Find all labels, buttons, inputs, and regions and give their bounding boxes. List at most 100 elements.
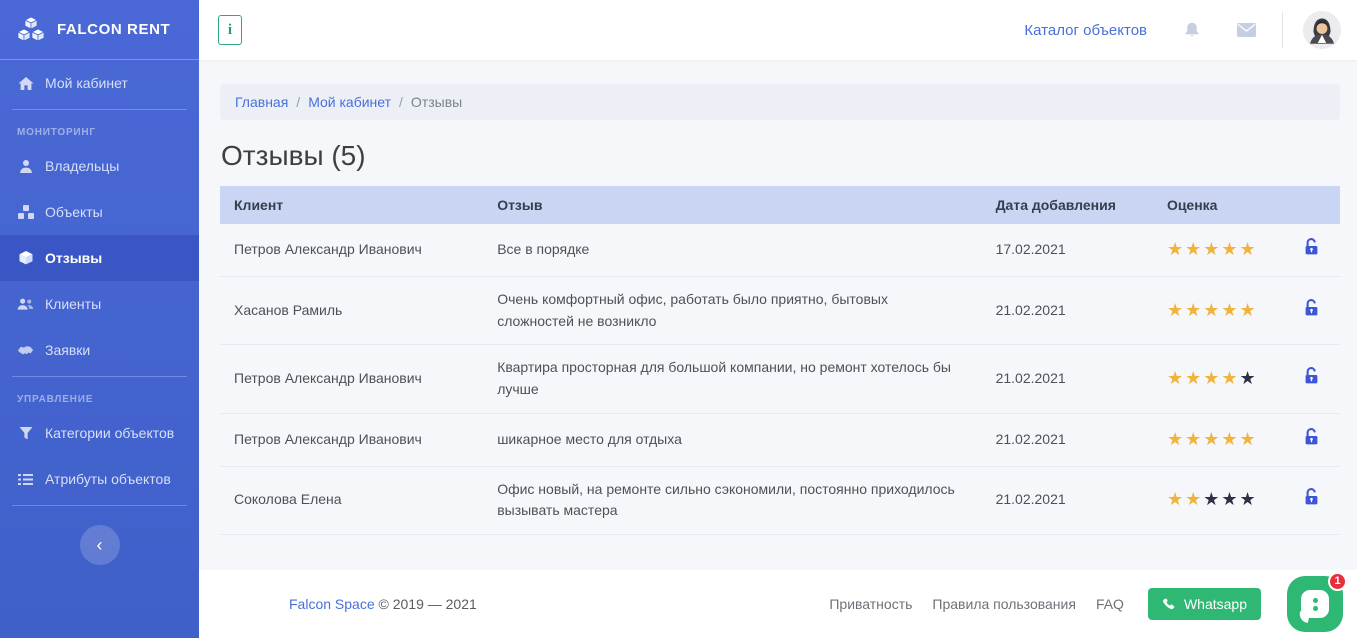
unlock-icon[interactable] [1304,488,1319,505]
star-rating: ★★★★★ [1167,429,1258,449]
sidebar-item-owners[interactable]: Владельцы [0,143,199,189]
star-filled-icon: ★ [1221,368,1239,388]
breadcrumb-home-link[interactable]: Главная [235,94,288,110]
avatar[interactable] [1303,11,1341,49]
star-filled-icon: ★ [1185,429,1203,449]
star-empty-icon: ★ [1240,368,1258,388]
top-bar: i Каталог объектов [199,0,1357,60]
header-divider [1282,12,1283,48]
table-row: Петров Александр Иванович Все в порядке … [220,224,1340,276]
unlock-icon[interactable] [1304,238,1319,255]
star-filled-icon: ★ [1185,239,1203,259]
column-header-rating: Оценка [1153,186,1284,224]
column-header-review: Отзыв [483,186,981,224]
table-row: Петров Александр Иванович Квартира прост… [220,345,1340,413]
copyright-years: © 2019 — 2021 [379,596,477,612]
sidebar-item-label: Отзывы [45,250,102,266]
catalog-link[interactable]: Каталог объектов [1024,22,1147,39]
chat-widget-button[interactable]: 1 [1287,576,1343,632]
sidebar-divider [12,505,187,506]
sidebar-item-object-categories[interactable]: Категории объектов [0,410,199,456]
star-filled-icon: ★ [1185,489,1203,509]
envelope-icon[interactable] [1237,23,1256,37]
table-row: Соколова Елена Офис новый, на ремонте си… [220,466,1340,534]
column-header-client: Клиент [220,186,483,224]
phone-icon [1162,597,1176,611]
star-filled-icon: ★ [1203,300,1221,320]
review-cell: Квартира просторная для большой компании… [483,345,981,413]
rating-cell: ★★★★★ [1153,224,1284,276]
star-filled-icon: ★ [1167,489,1185,509]
breadcrumb-cabinet-link[interactable]: Мой кабинет [308,94,391,110]
copyright: Falcon Space © 2019 — 2021 [289,596,477,612]
star-filled-icon: ★ [1167,368,1185,388]
sidebar-item-label: Атрибуты объектов [45,471,171,487]
brand[interactable]: FALCON RENT [0,0,199,60]
star-filled-icon: ★ [1240,300,1258,320]
sidebar-collapse-button[interactable]: ‹ [80,525,120,565]
client-cell: Петров Александр Иванович [220,345,483,413]
client-cell: Петров Александр Иванович [220,413,483,466]
chat-bubble-icon: 1 [1287,576,1343,632]
sidebar-item-my-cabinet[interactable]: Мой кабинет [0,60,199,106]
footer: Falcon Space © 2019 — 2021 Приватность П… [199,570,1357,638]
whatsapp-label: Whatsapp [1184,596,1247,612]
bell-icon[interactable] [1183,21,1201,39]
star-filled-icon: ★ [1167,300,1185,320]
sidebar-item-objects[interactable]: Объекты [0,189,199,235]
reviews-table: Клиент Отзыв Дата добавления Оценка Петр… [220,186,1340,535]
main-area: i Каталог объектов [199,0,1357,638]
users-icon [17,297,34,311]
sidebar-item-requests[interactable]: Заявки [0,327,199,373]
cubes-icon [17,205,34,220]
date-cell: 17.02.2021 [982,224,1153,276]
sidebar-item-clients[interactable]: Клиенты [0,281,199,327]
privacy-link[interactable]: Приватность [829,596,912,612]
terms-link[interactable]: Правила пользования [932,596,1076,612]
star-empty-icon: ★ [1203,489,1221,509]
review-cell: Все в порядке [483,224,981,276]
star-filled-icon: ★ [1221,239,1239,259]
unlock-icon[interactable] [1304,299,1319,316]
review-cell: Очень комфортный офис, работать было при… [483,276,981,344]
star-filled-icon: ★ [1185,300,1203,320]
handshake-icon [17,344,34,356]
review-cell: шикарное место для отдыха [483,413,981,466]
sidebar-item-object-attributes[interactable]: Атрибуты объектов [0,456,199,502]
star-filled-icon: ★ [1185,368,1203,388]
star-filled-icon: ★ [1221,300,1239,320]
sidebar-section-management: УПРАВЛЕНИЕ [0,380,199,410]
unlock-icon[interactable] [1304,428,1319,445]
breadcrumb-current: Отзывы [411,94,462,110]
faq-link[interactable]: FAQ [1096,596,1124,612]
sidebar-item-label: Владельцы [45,158,119,174]
filter-icon [17,426,34,440]
table-header-row: Клиент Отзыв Дата добавления Оценка [220,186,1340,224]
user-icon [17,159,34,174]
rating-cell: ★★★★★ [1153,276,1284,344]
sidebar-item-label: Объекты [45,204,103,220]
date-cell: 21.02.2021 [982,345,1153,413]
unlock-icon[interactable] [1304,367,1319,384]
table-row: Петров Александр Иванович шикарное место… [220,413,1340,466]
star-empty-icon: ★ [1240,489,1258,509]
client-cell: Хасанов Рамиль [220,276,483,344]
table-row: Хасанов Рамиль Очень комфортный офис, ра… [220,276,1340,344]
falcon-space-link[interactable]: Falcon Space [289,596,375,612]
date-cell: 21.02.2021 [982,413,1153,466]
star-filled-icon: ★ [1167,429,1185,449]
whatsapp-button[interactable]: Whatsapp [1148,588,1261,620]
breadcrumb-separator: / [399,94,403,110]
list-icon [17,473,34,486]
column-header-lock [1284,186,1340,224]
client-cell: Соколова Елена [220,466,483,534]
breadcrumb-separator: / [296,94,300,110]
client-cell: Петров Александр Иванович [220,224,483,276]
column-header-date: Дата добавления [982,186,1153,224]
sidebar: FALCON RENT Мой кабинет МОНИТОРИНГ Владе… [0,0,199,638]
content: Главная / Мой кабинет / Отзывы Отзывы (5… [199,60,1357,570]
star-rating: ★★★★★ [1167,368,1258,388]
sidebar-item-reviews[interactable]: Отзывы [0,235,199,281]
sidebar-section-monitoring: МОНИТОРИНГ [0,113,199,143]
info-button[interactable]: i [218,15,242,45]
